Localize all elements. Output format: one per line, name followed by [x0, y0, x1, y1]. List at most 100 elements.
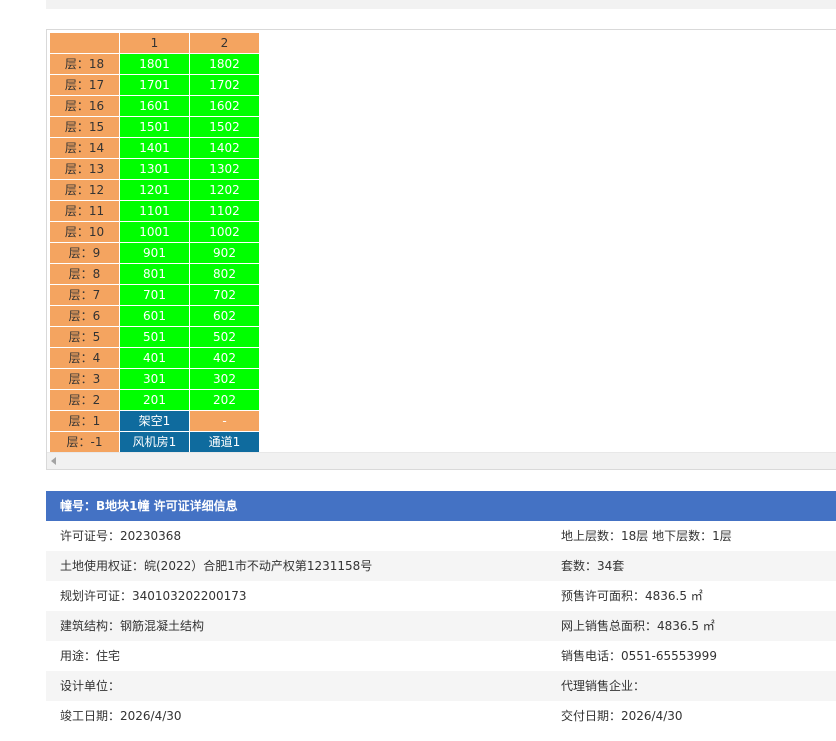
floor-label: 层：16	[49, 95, 120, 117]
floor-row: 层：3 301 302	[49, 368, 260, 390]
unit-cell[interactable]: 601	[119, 305, 190, 327]
unit-cell[interactable]: 801	[119, 263, 190, 285]
floor-row: 层：-1 风机房1 通道1	[49, 431, 260, 453]
column-header-1: 1	[119, 32, 190, 54]
floor-row: 层：13 1301 1302	[49, 158, 260, 180]
floor-label: 层：7	[49, 284, 120, 306]
horizontal-scrollbar[interactable]	[47, 452, 836, 469]
info-left-field: 设计单位：	[60, 679, 121, 693]
info-right-field: 代理销售企业：	[561, 679, 646, 693]
unit-cell[interactable]: 1401	[119, 137, 190, 159]
floor-row: 层：11 1101 1102	[49, 200, 260, 222]
special-unit-cell[interactable]: 风机房1	[119, 431, 190, 453]
unit-grid-panel: 1 2 层：18 1801 1802 层：17 1701 1702 层：16 1601 1602…	[46, 29, 836, 470]
floor-label: 层：12	[49, 179, 120, 201]
unit-cell[interactable]: 1601	[119, 95, 190, 117]
floor-label: 层：-1	[49, 431, 120, 453]
info-row: 用途：住宅 销售电话：0551-65553999	[46, 641, 836, 671]
unit-cell[interactable]: 1602	[189, 95, 260, 117]
unit-cell[interactable]: 401	[119, 347, 190, 369]
special-unit-cell[interactable]: 通道1	[189, 431, 260, 453]
info-right-field: 销售电话：0551-65553999	[561, 649, 717, 663]
info-row: 竣工日期：2026/4/30 交付日期：2026/4/30	[46, 701, 836, 731]
floor-label: 层：1	[49, 410, 120, 432]
floor-row: 层：10 1001 1002	[49, 221, 260, 243]
unit-cell[interactable]: 202	[189, 389, 260, 411]
info-left-field: 土地使用权证：皖(2022）合肥1市不动产权第1231158号	[60, 559, 373, 573]
unit-cell[interactable]: 902	[189, 242, 260, 264]
info-row: 设计单位： 代理销售企业：	[46, 671, 836, 701]
unit-cell[interactable]: 802	[189, 263, 260, 285]
floor-row: 层：6 601 602	[49, 305, 260, 327]
floor-label: 层：15	[49, 116, 120, 138]
floor-row: 层：4 401 402	[49, 347, 260, 369]
unit-cell[interactable]: 1101	[119, 200, 190, 222]
scroll-left-arrow-icon[interactable]	[51, 457, 56, 465]
info-left-field: 许可证号：20230368	[60, 529, 182, 543]
unit-cell[interactable]: 1501	[119, 116, 190, 138]
unit-cell[interactable]: 201	[119, 389, 190, 411]
empty-unit-cell: -	[189, 410, 260, 432]
floor-row: 层：2 201 202	[49, 389, 260, 411]
unit-cell[interactable]: 1802	[189, 53, 260, 75]
unit-table: 1 2 层：18 1801 1802 层：17 1701 1702 层：16 1601 1602…	[49, 32, 260, 453]
unit-cell[interactable]: 302	[189, 368, 260, 390]
column-header-2: 2	[189, 32, 260, 54]
info-right-field: 交付日期：2026/4/30	[561, 709, 683, 723]
unit-cell[interactable]: 1102	[189, 200, 260, 222]
permit-info-header: 幢号：B地块1幢 许可证详细信息	[46, 491, 836, 521]
floor-label: 层：8	[49, 263, 120, 285]
unit-cell[interactable]: 301	[119, 368, 190, 390]
floor-label: 层：14	[49, 137, 120, 159]
unit-cell[interactable]: 1001	[119, 221, 190, 243]
floor-row: 层：16 1601 1602	[49, 95, 260, 117]
floor-row: 层：7 701 702	[49, 284, 260, 306]
unit-cell[interactable]: 1502	[189, 116, 260, 138]
special-unit-cell[interactable]: 架空1	[119, 410, 190, 432]
floor-label: 层：13	[49, 158, 120, 180]
unit-cell[interactable]: 501	[119, 326, 190, 348]
unit-cell[interactable]: 702	[189, 284, 260, 306]
floor-label: 层：17	[49, 74, 120, 96]
floor-label: 层：11	[49, 200, 120, 222]
unit-cell[interactable]: 1801	[119, 53, 190, 75]
floor-label: 层：3	[49, 368, 120, 390]
info-left-field: 建筑结构：钢筋混凝土结构	[60, 619, 205, 633]
info-left-field: 用途：住宅	[60, 649, 121, 663]
unit-cell[interactable]: 1702	[189, 74, 260, 96]
floor-row: 层：18 1801 1802	[49, 53, 260, 75]
info-right-field: 网上销售总面积：4836.5 ㎡	[561, 619, 715, 633]
floor-label: 层：4	[49, 347, 120, 369]
info-left-field: 竣工日期：2026/4/30	[60, 709, 182, 723]
unit-cell[interactable]: 602	[189, 305, 260, 327]
floor-row: 层：17 1701 1702	[49, 74, 260, 96]
unit-cell[interactable]: 502	[189, 326, 260, 348]
floor-label: 层：6	[49, 305, 120, 327]
info-right-field: 地上层数：18层 地下层数：1层	[561, 529, 732, 543]
info-row: 土地使用权证：皖(2022）合肥1市不动产权第1231158号 套数：34套	[46, 551, 836, 581]
unit-cell[interactable]: 901	[119, 242, 190, 264]
floor-label: 层：5	[49, 326, 120, 348]
unit-cell[interactable]: 1402	[189, 137, 260, 159]
floor-row: 层：9 901 902	[49, 242, 260, 264]
info-left-field: 规划许可证：340103202200173	[60, 589, 247, 603]
unit-cell[interactable]: 1002	[189, 221, 260, 243]
unit-cell[interactable]: 1201	[119, 179, 190, 201]
unit-cell[interactable]: 402	[189, 347, 260, 369]
unit-cell[interactable]: 1701	[119, 74, 190, 96]
top-bar	[46, 0, 836, 9]
floor-row: 层：5 501 502	[49, 326, 260, 348]
floor-row: 层：12 1201 1202	[49, 179, 260, 201]
unit-cell[interactable]: 1202	[189, 179, 260, 201]
unit-cell[interactable]: 1302	[189, 158, 260, 180]
floor-row: 层：1 架空1-	[49, 410, 260, 432]
floor-label: 层：18	[49, 53, 120, 75]
floor-row: 层：8 801 802	[49, 263, 260, 285]
floor-row: 层：14 1401 1402	[49, 137, 260, 159]
unit-cell[interactable]: 1301	[119, 158, 190, 180]
floor-label: 层：2	[49, 389, 120, 411]
unit-cell[interactable]: 701	[119, 284, 190, 306]
corner-cell	[49, 32, 120, 54]
floor-label: 层：9	[49, 242, 120, 264]
header-row: 1 2	[49, 32, 260, 54]
